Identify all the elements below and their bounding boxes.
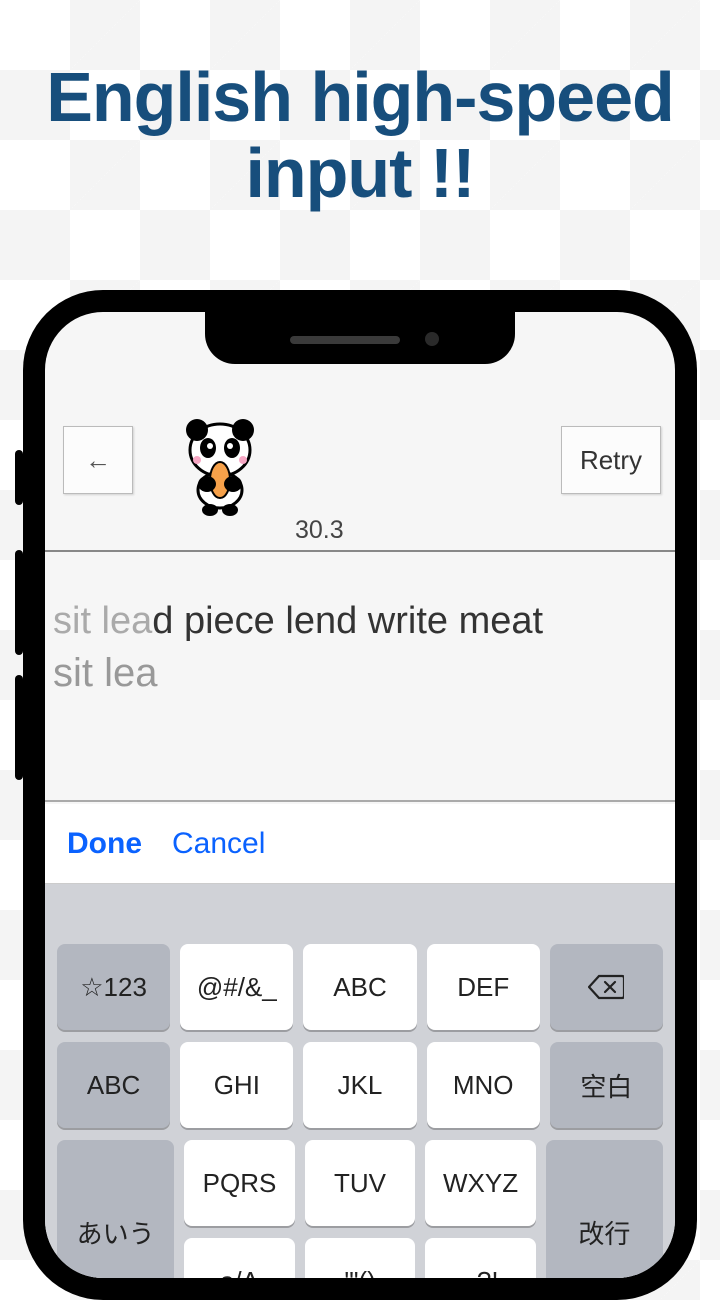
user-input[interactable]: sit lea [53, 651, 667, 696]
notch [205, 312, 515, 364]
timer-value: 30.3 [295, 516, 344, 545]
done-button[interactable]: Done [67, 827, 142, 861]
side-button-volume-down [15, 675, 23, 780]
keyboard: ☆123 @#/&_ ABC DEF ABC GHI JKL MNO 空白 [45, 884, 675, 1278]
key-punct[interactable]: .,?! [425, 1238, 536, 1278]
key-numsym[interactable]: ☆123 [57, 944, 170, 1030]
side-button-silent [15, 450, 23, 505]
panda-icon [175, 416, 265, 516]
key-case[interactable]: a/A [184, 1238, 295, 1278]
phone-screen: ← [45, 312, 675, 1278]
key-quotes[interactable]: '"() [305, 1238, 416, 1278]
backspace-icon [588, 974, 624, 1000]
key-tuv[interactable]: TUV [305, 1140, 416, 1226]
typing-area: sit lead piece lend write meat sit lea [45, 552, 675, 802]
key-abc[interactable]: ABC [303, 944, 416, 1030]
retry-button[interactable]: Retry [561, 426, 661, 494]
key-space[interactable]: 空白 [550, 1042, 663, 1128]
target-text-typed: sit lea [53, 600, 152, 642]
back-button[interactable]: ← [63, 426, 133, 494]
top-bar: ← [45, 422, 675, 552]
key-symbols[interactable]: @#/&_ [180, 944, 293, 1030]
target-text: sit lead piece lend write meat [53, 600, 667, 643]
key-mno[interactable]: MNO [427, 1042, 540, 1128]
key-mode-abc[interactable]: ABC [57, 1042, 170, 1128]
key-ghi[interactable]: GHI [180, 1042, 293, 1128]
key-jkl[interactable]: JKL [303, 1042, 416, 1128]
target-text-remaining: d piece lend write meat [152, 600, 543, 642]
key-mode-kana[interactable]: あいう [57, 1140, 174, 1278]
phone-frame: ← [23, 290, 697, 1300]
headline: English high-speed input !! [0, 0, 720, 221]
key-wxyz[interactable]: WXYZ [425, 1140, 536, 1226]
key-pqrs[interactable]: PQRS [184, 1140, 295, 1226]
cancel-button[interactable]: Cancel [172, 827, 265, 861]
side-button-volume-up [15, 550, 23, 655]
key-backspace[interactable] [550, 944, 663, 1030]
back-arrow-icon: ← [85, 445, 111, 476]
key-return[interactable]: 改行 [546, 1140, 663, 1278]
action-row: Done Cancel [45, 804, 675, 884]
key-def[interactable]: DEF [427, 944, 540, 1030]
